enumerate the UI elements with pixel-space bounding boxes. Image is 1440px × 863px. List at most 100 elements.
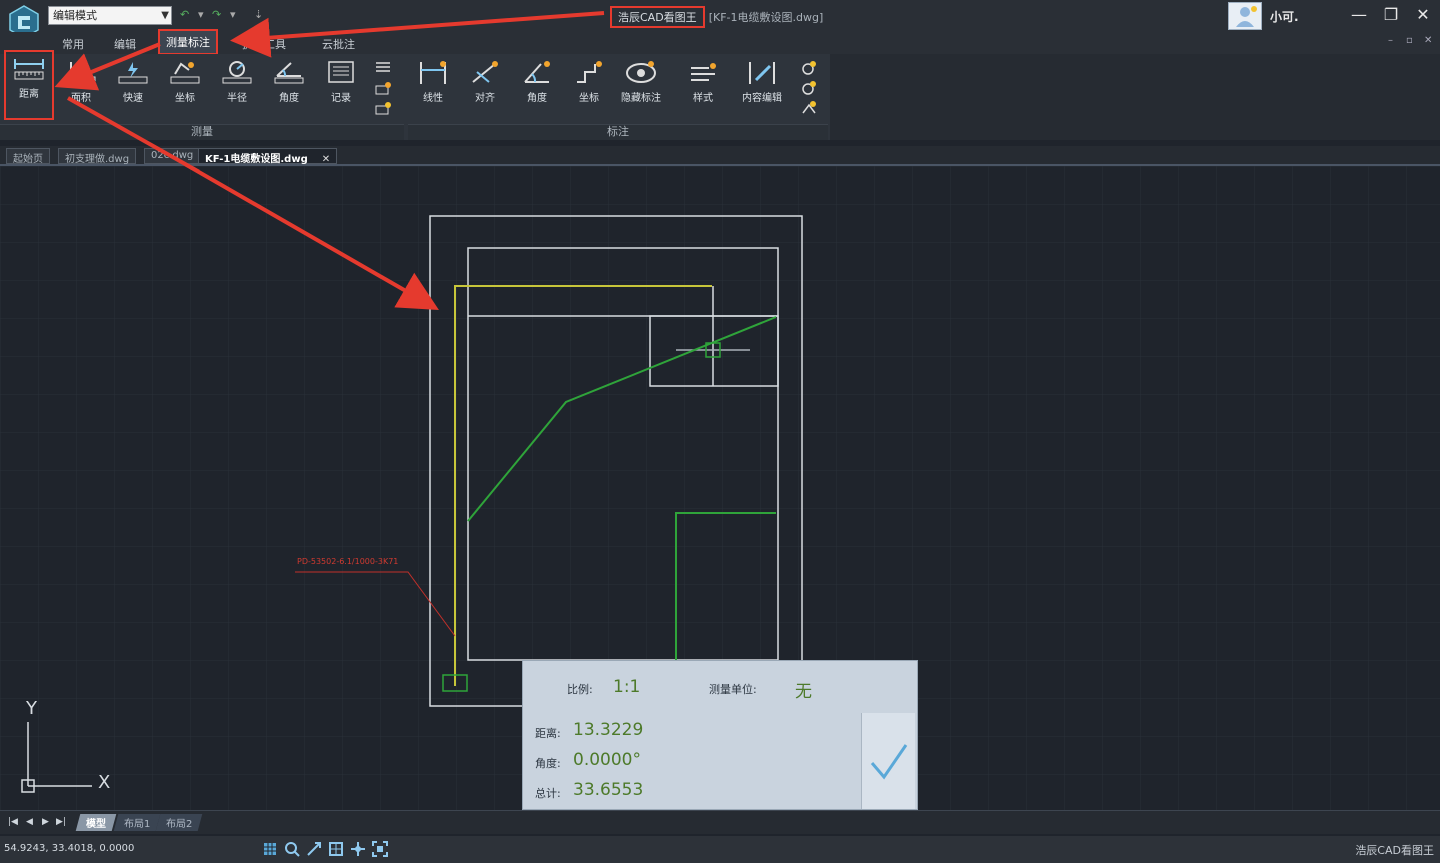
doc-minimize-icon[interactable]: – [1388, 35, 1393, 46]
measure-distance-button[interactable]: 距离 [4, 50, 54, 120]
close-icon[interactable]: ✕ [1412, 5, 1434, 25]
measure-distance-label: 距离 [19, 89, 39, 100]
eye-icon [626, 61, 656, 83]
annotate-linear-label: 线性 [423, 93, 443, 104]
window-title-app: 浩辰CAD看图王 [610, 6, 705, 28]
unit-label: 测量单位: [709, 683, 757, 696]
quick-measure-icon [118, 62, 148, 84]
style-icon [691, 63, 716, 81]
doc-close-icon[interactable]: ✕ [1424, 35, 1432, 46]
measure-list-icon[interactable] [374, 60, 392, 76]
annotate-aligned-label: 对齐 [475, 93, 495, 104]
cursor-coordinates: 54.9243, 33.4018, 0.0000 [4, 843, 135, 854]
annotate-extra-1-icon[interactable] [800, 60, 818, 76]
close-tab-icon[interactable]: ✕ [322, 154, 330, 165]
zoom-icon[interactable] [284, 841, 300, 857]
layout-tab-model[interactable]: 模型 [75, 814, 117, 831]
measure-area-button[interactable]: 面积 [56, 56, 106, 116]
measure-coordinate-button[interactable]: 坐标 [160, 56, 210, 116]
ortho-icon[interactable] [328, 841, 344, 857]
annotate-hide-button[interactable]: 隐藏标注 [616, 56, 666, 116]
first-layout-icon[interactable]: |◀ [8, 817, 18, 827]
edit-content-icon [749, 62, 775, 84]
last-layout-icon[interactable]: ▶| [56, 817, 66, 827]
prev-layout-icon[interactable]: ◀ [26, 817, 33, 827]
grid-toggle-icon[interactable] [262, 841, 278, 857]
next-layout-icon[interactable]: ▶ [42, 817, 49, 827]
layout-tabs-bar: |◀ ◀ ▶ ▶| 模型 布局1 布局2 [0, 810, 1440, 834]
tab-extension-tools[interactable]: 扩展工具 [236, 35, 292, 53]
measure-group-label: 测量 [0, 124, 404, 140]
measure-quick-button[interactable]: 快速 [108, 56, 158, 116]
annotate-angle-label: 角度 [527, 93, 547, 104]
radius-icon [222, 61, 252, 84]
annotate-coordinate-label: 坐标 [579, 93, 599, 104]
layout-tab-2[interactable]: 布局2 [155, 814, 203, 831]
total-value: 33.6553 [573, 780, 644, 800]
measure-radius-label: 半径 [227, 93, 247, 104]
user-avatar[interactable] [1228, 2, 1262, 30]
status-bar: 54.9243, 33.4018, 0.0000 浩辰CAD看图王 [0, 836, 1440, 863]
axis-x-label: X [98, 772, 110, 793]
snap-icon[interactable] [350, 841, 366, 857]
mode-dropdown[interactable]: 编辑模式 ▼ [48, 6, 172, 25]
layout-tab-1-label: 布局1 [124, 819, 151, 830]
measure-coordinate-label: 坐标 [175, 93, 195, 104]
chevron-down-icon: ▼ [161, 10, 169, 21]
pan-icon[interactable] [306, 841, 322, 857]
axis-y-label: Y [25, 698, 38, 719]
ribbon: 距离 面积 快速 坐标 半径 角度 记录 测量 线性 对齐 角度 坐标 隐藏标注… [0, 50, 830, 140]
distance-label: 距离: [535, 727, 561, 740]
restore-icon[interactable]: ❐ [1380, 5, 1402, 25]
doc-tab-active[interactable]: KF-1电缆敷设图.dwg ✕ [198, 148, 338, 165]
aligned-dimension-icon [472, 61, 498, 83]
measure-record-button[interactable]: 记录 [316, 56, 366, 116]
measurement-panel: 比例: 1:1 测量单位: 无 距离: 13.3229 角度: 0.0000° … [522, 660, 918, 810]
annotate-style-label: 样式 [693, 93, 713, 104]
distance-icon [14, 59, 44, 80]
undo-dropdown-icon[interactable]: ▾ [198, 8, 204, 21]
undo-icon[interactable]: ↶ [180, 8, 189, 21]
annotate-extra-3-icon[interactable] [800, 100, 818, 116]
tab-edit[interactable]: 编辑 [108, 35, 142, 53]
user-name[interactable]: 小可. [1270, 8, 1299, 25]
annotate-coordinate-button[interactable]: 坐标 [564, 56, 614, 116]
annotate-extra-2-icon[interactable] [800, 80, 818, 96]
linear-dimension-icon [420, 61, 446, 84]
annotate-group-label: 标注 [408, 124, 828, 140]
annotate-edit-content-button[interactable]: 内容编辑 [734, 56, 790, 116]
customize-quick-access-icon[interactable]: ⇣ [254, 8, 263, 21]
doc-tab-active-label: KF-1电缆敷设图.dwg [205, 154, 308, 165]
fullscreen-icon[interactable] [372, 841, 388, 857]
doc-tab-2[interactable]: 02c.dwg [144, 148, 201, 164]
distance-value: 13.3229 [573, 720, 644, 740]
redo-icon[interactable]: ↷ [212, 8, 221, 21]
confirm-button[interactable] [861, 713, 915, 809]
measure-angle-button[interactable]: 角度 [264, 56, 314, 116]
measure-angle-label: 角度 [279, 93, 299, 104]
area-icon [66, 62, 96, 84]
title-bar: 编辑模式 ▼ ↶ ▾ ↷ ▾ ⇣ 浩辰CAD看图王 [KF-1电缆敷设图.dwg]… [0, 0, 1440, 39]
mode-dropdown-value: 编辑模式 [53, 9, 97, 22]
doc-restore-icon[interactable]: ▫ [1406, 35, 1413, 46]
minimize-icon[interactable]: — [1348, 5, 1370, 25]
unit-value[interactable]: 无 [795, 677, 812, 702]
measure-export-icon[interactable] [374, 80, 392, 96]
measure-radius-button[interactable]: 半径 [212, 56, 262, 116]
tab-measure-annotate[interactable]: 测量标注 [158, 29, 218, 55]
annotate-linear-button[interactable]: 线性 [408, 56, 458, 116]
tab-home[interactable]: 常用 [56, 35, 90, 53]
tab-cloud-markup[interactable]: 云批注 [316, 35, 361, 53]
annotate-aligned-button[interactable]: 对齐 [460, 56, 510, 116]
annotate-style-button[interactable]: 样式 [678, 56, 728, 116]
doc-tab-start[interactable]: 起始页 [6, 148, 50, 165]
redo-dropdown-icon[interactable]: ▾ [230, 8, 236, 21]
annotate-angle-button[interactable]: 角度 [512, 56, 562, 116]
angle-value: 0.0000° [573, 750, 641, 770]
window-title-file: [KF-1电缆敷设图.dwg] [708, 11, 824, 24]
scale-value[interactable]: 1:1 [613, 677, 640, 697]
doc-tab-1[interactable]: 初支理做.dwg [58, 148, 137, 165]
ribbon-empty-area [830, 54, 1440, 140]
measure-settings-icon[interactable] [374, 100, 392, 116]
layout-tab-1[interactable]: 布局1 [113, 814, 161, 831]
